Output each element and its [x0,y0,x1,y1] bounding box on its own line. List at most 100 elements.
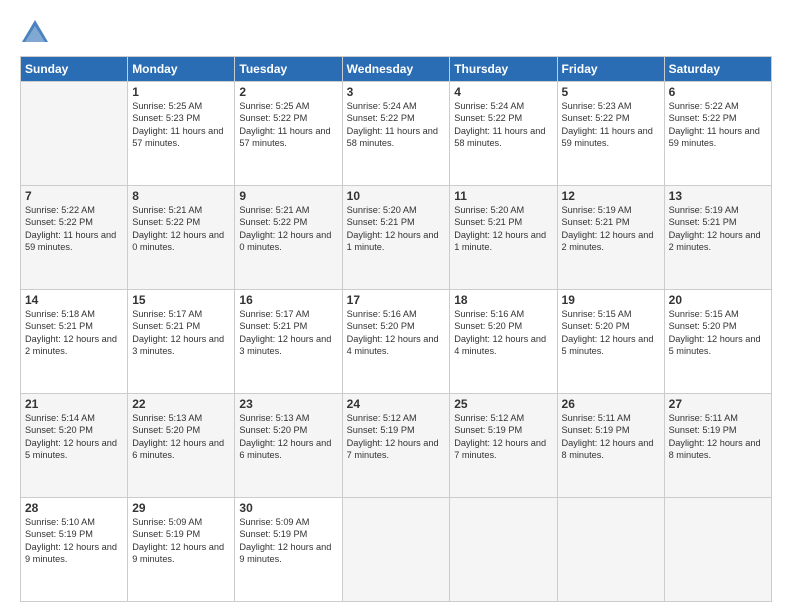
day-info: Sunrise: 5:24 AM Sunset: 5:22 PM Dayligh… [347,100,446,150]
weekday-header-row: SundayMondayTuesdayWednesdayThursdayFrid… [21,57,772,82]
day-number: 14 [25,293,123,307]
calendar-cell: 13Sunrise: 5:19 AM Sunset: 5:21 PM Dayli… [664,186,771,290]
calendar-cell: 20Sunrise: 5:15 AM Sunset: 5:20 PM Dayli… [664,290,771,394]
day-info: Sunrise: 5:20 AM Sunset: 5:21 PM Dayligh… [454,204,552,254]
day-info: Sunrise: 5:13 AM Sunset: 5:20 PM Dayligh… [239,412,337,462]
calendar-table: SundayMondayTuesdayWednesdayThursdayFrid… [20,56,772,602]
weekday-header-tuesday: Tuesday [235,57,342,82]
calendar-cell: 16Sunrise: 5:17 AM Sunset: 5:21 PM Dayli… [235,290,342,394]
calendar-cell [450,498,557,602]
calendar-cell: 15Sunrise: 5:17 AM Sunset: 5:21 PM Dayli… [128,290,235,394]
header [20,18,772,46]
calendar-week-5: 28Sunrise: 5:10 AM Sunset: 5:19 PM Dayli… [21,498,772,602]
calendar-cell [557,498,664,602]
calendar-cell: 19Sunrise: 5:15 AM Sunset: 5:20 PM Dayli… [557,290,664,394]
day-info: Sunrise: 5:12 AM Sunset: 5:19 PM Dayligh… [347,412,446,462]
day-info: Sunrise: 5:13 AM Sunset: 5:20 PM Dayligh… [132,412,230,462]
day-number: 23 [239,397,337,411]
day-number: 24 [347,397,446,411]
day-number: 25 [454,397,552,411]
calendar-week-1: 1Sunrise: 5:25 AM Sunset: 5:23 PM Daylig… [21,82,772,186]
day-info: Sunrise: 5:25 AM Sunset: 5:22 PM Dayligh… [239,100,337,150]
day-number: 1 [132,85,230,99]
day-number: 9 [239,189,337,203]
day-number: 5 [562,85,660,99]
day-number: 8 [132,189,230,203]
calendar-cell: 3Sunrise: 5:24 AM Sunset: 5:22 PM Daylig… [342,82,450,186]
calendar-cell [664,498,771,602]
day-number: 21 [25,397,123,411]
day-number: 22 [132,397,230,411]
day-info: Sunrise: 5:19 AM Sunset: 5:21 PM Dayligh… [562,204,660,254]
day-info: Sunrise: 5:21 AM Sunset: 5:22 PM Dayligh… [132,204,230,254]
calendar-cell: 1Sunrise: 5:25 AM Sunset: 5:23 PM Daylig… [128,82,235,186]
day-number: 7 [25,189,123,203]
day-number: 11 [454,189,552,203]
weekday-header-thursday: Thursday [450,57,557,82]
weekday-header-wednesday: Wednesday [342,57,450,82]
day-info: Sunrise: 5:24 AM Sunset: 5:22 PM Dayligh… [454,100,552,150]
calendar-cell: 5Sunrise: 5:23 AM Sunset: 5:22 PM Daylig… [557,82,664,186]
calendar-cell: 22Sunrise: 5:13 AM Sunset: 5:20 PM Dayli… [128,394,235,498]
page: SundayMondayTuesdayWednesdayThursdayFrid… [0,0,792,612]
day-info: Sunrise: 5:23 AM Sunset: 5:22 PM Dayligh… [562,100,660,150]
calendar-cell: 10Sunrise: 5:20 AM Sunset: 5:21 PM Dayli… [342,186,450,290]
day-number: 18 [454,293,552,307]
day-info: Sunrise: 5:17 AM Sunset: 5:21 PM Dayligh… [132,308,230,358]
logo-icon [20,18,50,46]
day-number: 3 [347,85,446,99]
day-number: 28 [25,501,123,515]
day-info: Sunrise: 5:09 AM Sunset: 5:19 PM Dayligh… [132,516,230,566]
day-info: Sunrise: 5:14 AM Sunset: 5:20 PM Dayligh… [25,412,123,462]
calendar-cell: 17Sunrise: 5:16 AM Sunset: 5:20 PM Dayli… [342,290,450,394]
calendar-cell: 26Sunrise: 5:11 AM Sunset: 5:19 PM Dayli… [557,394,664,498]
day-number: 15 [132,293,230,307]
calendar-cell: 25Sunrise: 5:12 AM Sunset: 5:19 PM Dayli… [450,394,557,498]
day-info: Sunrise: 5:12 AM Sunset: 5:19 PM Dayligh… [454,412,552,462]
calendar-cell: 4Sunrise: 5:24 AM Sunset: 5:22 PM Daylig… [450,82,557,186]
day-info: Sunrise: 5:15 AM Sunset: 5:20 PM Dayligh… [562,308,660,358]
calendar-cell: 23Sunrise: 5:13 AM Sunset: 5:20 PM Dayli… [235,394,342,498]
day-number: 16 [239,293,337,307]
weekday-header-sunday: Sunday [21,57,128,82]
day-info: Sunrise: 5:16 AM Sunset: 5:20 PM Dayligh… [347,308,446,358]
day-number: 6 [669,85,767,99]
calendar-cell: 8Sunrise: 5:21 AM Sunset: 5:22 PM Daylig… [128,186,235,290]
calendar-cell: 29Sunrise: 5:09 AM Sunset: 5:19 PM Dayli… [128,498,235,602]
day-info: Sunrise: 5:11 AM Sunset: 5:19 PM Dayligh… [562,412,660,462]
day-number: 17 [347,293,446,307]
day-info: Sunrise: 5:25 AM Sunset: 5:23 PM Dayligh… [132,100,230,150]
calendar-cell: 21Sunrise: 5:14 AM Sunset: 5:20 PM Dayli… [21,394,128,498]
day-info: Sunrise: 5:19 AM Sunset: 5:21 PM Dayligh… [669,204,767,254]
calendar-cell: 18Sunrise: 5:16 AM Sunset: 5:20 PM Dayli… [450,290,557,394]
calendar-cell [21,82,128,186]
calendar-cell: 11Sunrise: 5:20 AM Sunset: 5:21 PM Dayli… [450,186,557,290]
day-number: 26 [562,397,660,411]
calendar-cell: 9Sunrise: 5:21 AM Sunset: 5:22 PM Daylig… [235,186,342,290]
day-number: 12 [562,189,660,203]
day-info: Sunrise: 5:21 AM Sunset: 5:22 PM Dayligh… [239,204,337,254]
day-number: 4 [454,85,552,99]
day-info: Sunrise: 5:18 AM Sunset: 5:21 PM Dayligh… [25,308,123,358]
day-info: Sunrise: 5:17 AM Sunset: 5:21 PM Dayligh… [239,308,337,358]
calendar-cell: 30Sunrise: 5:09 AM Sunset: 5:19 PM Dayli… [235,498,342,602]
day-info: Sunrise: 5:22 AM Sunset: 5:22 PM Dayligh… [25,204,123,254]
calendar-week-2: 7Sunrise: 5:22 AM Sunset: 5:22 PM Daylig… [21,186,772,290]
calendar-cell: 6Sunrise: 5:22 AM Sunset: 5:22 PM Daylig… [664,82,771,186]
weekday-header-saturday: Saturday [664,57,771,82]
calendar-cell: 7Sunrise: 5:22 AM Sunset: 5:22 PM Daylig… [21,186,128,290]
weekday-header-friday: Friday [557,57,664,82]
day-number: 19 [562,293,660,307]
calendar-cell: 28Sunrise: 5:10 AM Sunset: 5:19 PM Dayli… [21,498,128,602]
calendar-cell: 24Sunrise: 5:12 AM Sunset: 5:19 PM Dayli… [342,394,450,498]
calendar-week-3: 14Sunrise: 5:18 AM Sunset: 5:21 PM Dayli… [21,290,772,394]
day-info: Sunrise: 5:20 AM Sunset: 5:21 PM Dayligh… [347,204,446,254]
day-info: Sunrise: 5:15 AM Sunset: 5:20 PM Dayligh… [669,308,767,358]
calendar-cell: 14Sunrise: 5:18 AM Sunset: 5:21 PM Dayli… [21,290,128,394]
logo [20,18,56,46]
day-info: Sunrise: 5:09 AM Sunset: 5:19 PM Dayligh… [239,516,337,566]
day-number: 20 [669,293,767,307]
day-info: Sunrise: 5:22 AM Sunset: 5:22 PM Dayligh… [669,100,767,150]
day-number: 13 [669,189,767,203]
day-info: Sunrise: 5:10 AM Sunset: 5:19 PM Dayligh… [25,516,123,566]
